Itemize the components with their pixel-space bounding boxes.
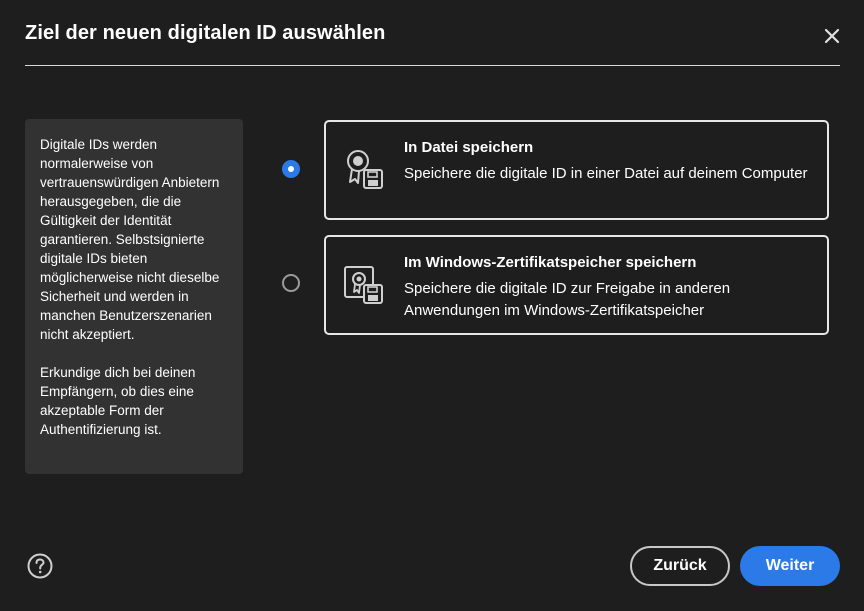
title-divider [25, 65, 840, 66]
option-description: Speichere die digitale ID in einer Datei… [404, 165, 808, 182]
option-description: Speichere die digitale ID zur Freigabe i… [404, 280, 731, 319]
info-paragraph-2: Erkundige dich bei deinen Empfängern, ob… [40, 365, 196, 437]
radio-windows-store[interactable] [282, 274, 300, 292]
option-save-to-file[interactable]: In Datei speichern Speichere die digital… [324, 120, 829, 220]
close-button[interactable] [818, 22, 846, 50]
option-windows-store[interactable]: Im Windows-Zertifikatspeicher speichern … [324, 235, 829, 335]
info-panel: Digitale IDs werden normalerweise von ve… [25, 119, 243, 474]
help-icon [27, 553, 53, 579]
back-button[interactable]: Zurück [630, 546, 730, 586]
certificate-save-icon [347, 150, 383, 189]
help-button[interactable] [27, 553, 53, 579]
option-title: Im Windows-Zertifikatspeicher speichern [404, 254, 697, 271]
radio-save-to-file[interactable] [282, 160, 300, 178]
certificate-store-icon [344, 266, 383, 304]
close-icon [824, 28, 840, 44]
next-button[interactable]: Weiter [740, 546, 840, 586]
info-paragraph-1: Digitale IDs werden normalerweise von ve… [40, 137, 220, 342]
option-title: In Datei speichern [404, 139, 534, 156]
dialog: Ziel der neuen digitalen ID auswählen Di… [0, 0, 864, 611]
dialog-title: Ziel der neuen digitalen ID auswählen [25, 22, 386, 44]
